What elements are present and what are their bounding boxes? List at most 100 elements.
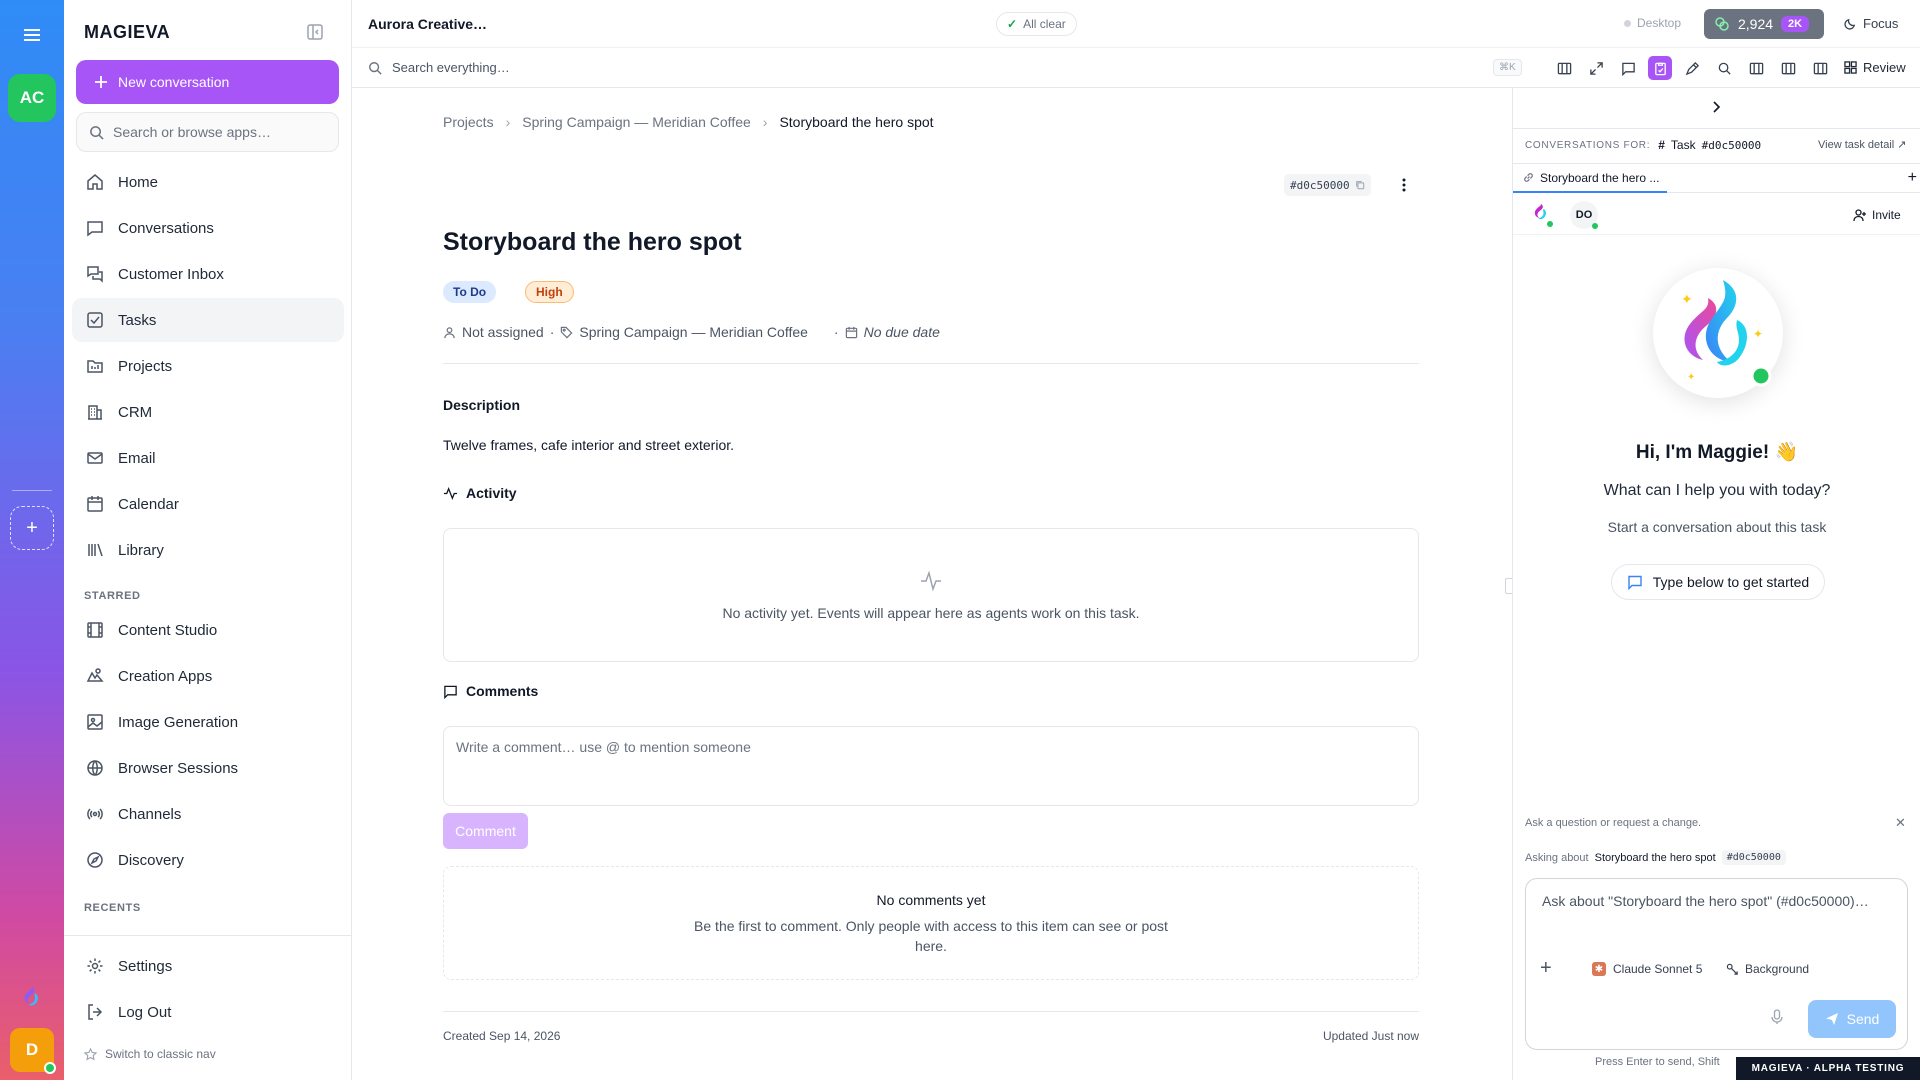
sidebar-item-conversations[interactable]: Conversations xyxy=(72,206,344,250)
chat-composer[interactable]: Ask about "Storyboard the hero spot" (#d… xyxy=(1525,878,1908,1050)
pen-icon[interactable] xyxy=(1680,56,1704,80)
asking-about: Asking about Storyboard the hero spot #d… xyxy=(1525,850,1786,865)
app-search-input[interactable]: Search or browse apps… xyxy=(76,112,339,152)
device-indicator[interactable]: Desktop xyxy=(1624,16,1681,30)
composer-input[interactable]: Ask about "Storyboard the hero spot" (#d… xyxy=(1542,893,1869,909)
collapse-sidebar-icon[interactable] xyxy=(306,23,324,41)
project-link[interactable]: Spring Campaign — Meridian Coffee xyxy=(579,324,808,340)
comment-input[interactable]: Write a comment… use @ to mention someon… xyxy=(443,726,1419,806)
chat-icon[interactable] xyxy=(1616,56,1640,80)
folder-icon xyxy=(87,360,103,373)
status-badge[interactable]: ✓ All clear xyxy=(996,12,1077,36)
workspace-title[interactable]: Aurora Creative… xyxy=(368,16,487,32)
sidebar-item-customer-inbox[interactable]: Customer Inbox xyxy=(72,252,344,296)
device-dot xyxy=(1624,19,1631,27)
plus-icon xyxy=(95,76,107,88)
sidebar-item-projects[interactable]: Projects xyxy=(72,344,344,388)
task-title[interactable]: Storyboard the hero spot xyxy=(443,228,742,257)
copy-icon xyxy=(1355,181,1364,190)
columns-icon[interactable] xyxy=(1744,56,1768,80)
settings-button[interactable]: Settings xyxy=(72,944,344,988)
menu-icon[interactable] xyxy=(21,24,43,46)
sidebar-item-calendar[interactable]: Calendar xyxy=(72,482,344,526)
task-id-chip[interactable]: #d0c50000 xyxy=(1284,174,1371,196)
brand-name: MAGIEVA xyxy=(84,22,171,42)
mic-icon[interactable] xyxy=(1770,1009,1784,1025)
sidebar-item-home[interactable]: Home xyxy=(72,160,344,204)
sidebar-divider xyxy=(64,935,352,936)
background-toggle[interactable]: Background xyxy=(1726,962,1809,976)
breadcrumb-current: Storyboard the hero spot xyxy=(779,114,934,130)
due-date[interactable]: No due date xyxy=(864,324,940,340)
svg-text:✦: ✦ xyxy=(1753,327,1763,341)
participants-bar: DO Invite xyxy=(1513,193,1920,235)
search-icon[interactable] xyxy=(1712,56,1736,80)
alpha-testing-badge: MAGIEVA · ALPHA TESTING xyxy=(1736,1057,1920,1080)
sidebar-item-tasks[interactable]: Tasks xyxy=(72,298,344,342)
maggie-mascot: ✦ ✦ ✦ xyxy=(1653,268,1783,398)
new-conversation-button[interactable]: New conversation xyxy=(76,60,339,104)
hash-icon: # xyxy=(1658,138,1665,152)
activity-heading: Activity xyxy=(443,485,517,501)
gear-icon xyxy=(87,958,103,974)
comment-button[interactable]: Comment xyxy=(443,813,528,849)
global-search-input[interactable]: Search everything… xyxy=(368,60,510,75)
attach-button[interactable]: + xyxy=(1540,957,1552,980)
columns-icon[interactable] xyxy=(1552,56,1576,80)
search-shortcut: ⌘K xyxy=(1493,59,1522,76)
calendar-icon xyxy=(87,496,103,512)
status-badge[interactable]: To Do xyxy=(443,281,497,303)
tab-conversation[interactable]: Storyboard the hero ... xyxy=(1513,164,1667,193)
view-task-detail-link[interactable]: View task detail ↗ xyxy=(1818,138,1907,151)
columns-icon[interactable] xyxy=(1776,56,1800,80)
assignee[interactable]: Not assigned xyxy=(462,324,544,340)
conversations-for: CONVERSATIONS FOR: # Task #d0c50000 xyxy=(1525,138,1762,152)
close-icon[interactable]: ✕ xyxy=(1895,815,1906,831)
no-comments-state: No comments yet Be the first to comment.… xyxy=(443,866,1419,980)
credits-button[interactable]: 2,924 2K xyxy=(1704,9,1824,39)
sidebar-item-crm[interactable]: CRM xyxy=(72,390,344,434)
invite-button[interactable]: Invite xyxy=(1853,208,1901,222)
film-icon xyxy=(87,622,103,638)
sidebar-item-channels[interactable]: Channels xyxy=(72,792,344,836)
svg-text:✦: ✦ xyxy=(1681,291,1693,307)
tag-icon xyxy=(561,326,573,338)
more-options-icon[interactable] xyxy=(1397,176,1411,194)
check-icon: ✓ xyxy=(1007,17,1018,31)
background-icon xyxy=(1726,963,1738,975)
expand-icon[interactable] xyxy=(1584,56,1608,80)
new-tab-button[interactable]: + xyxy=(1908,169,1917,187)
add-workspace-button[interactable]: + xyxy=(10,506,54,550)
help-prompt: What can I help you with today? xyxy=(1603,482,1831,499)
sidebar-item-creation-apps[interactable]: Creation Apps xyxy=(72,654,344,698)
description-text[interactable]: Twelve frames, cafe interior and street … xyxy=(443,437,734,453)
tasks-icon xyxy=(87,312,103,328)
switch-classic-nav-link[interactable]: Switch to classic nav xyxy=(84,1047,216,1061)
send-button[interactable]: Send xyxy=(1808,1000,1896,1038)
chevron-right-icon[interactable] xyxy=(1709,100,1723,114)
workspace-rail: AC + D xyxy=(0,0,64,1080)
clipboard-icon[interactable] xyxy=(1648,56,1672,80)
model-selector[interactable]: ✱ Claude Sonnet 5 xyxy=(1592,962,1702,976)
sidebar-item-email[interactable]: Email xyxy=(72,436,344,480)
chevron-right-icon: › xyxy=(762,114,768,130)
sidebar-item-image-generation[interactable]: Image Generation xyxy=(72,700,344,744)
workspace-avatar[interactable]: AC xyxy=(8,74,56,122)
logout-button[interactable]: Log Out xyxy=(72,990,344,1034)
sidebar-item-browser-sessions[interactable]: Browser Sessions xyxy=(72,746,344,790)
enter-hint: Press Enter to send, Shift xyxy=(1595,1056,1720,1068)
columns-icon[interactable] xyxy=(1808,56,1832,80)
sidebar-item-content-studio[interactable]: Content Studio xyxy=(72,608,344,652)
online-indicator xyxy=(1547,221,1553,227)
review-button[interactable]: Review xyxy=(1844,60,1906,75)
svg-text:✦: ✦ xyxy=(1687,372,1695,383)
priority-badge[interactable]: High xyxy=(525,281,574,303)
focus-mode-button[interactable]: Focus xyxy=(1844,16,1898,31)
sidebar-item-library[interactable]: Library xyxy=(72,528,344,572)
user-avatar[interactable]: D xyxy=(10,1028,56,1074)
breadcrumb-projects[interactable]: Projects xyxy=(443,114,494,130)
sidebar-item-discovery[interactable]: Discovery xyxy=(72,838,344,882)
conversation-tabs: Storyboard the hero ... + xyxy=(1513,163,1920,193)
get-started-button[interactable]: Type below to get started xyxy=(1611,564,1825,600)
breadcrumb-project[interactable]: Spring Campaign — Meridian Coffee xyxy=(522,114,751,130)
